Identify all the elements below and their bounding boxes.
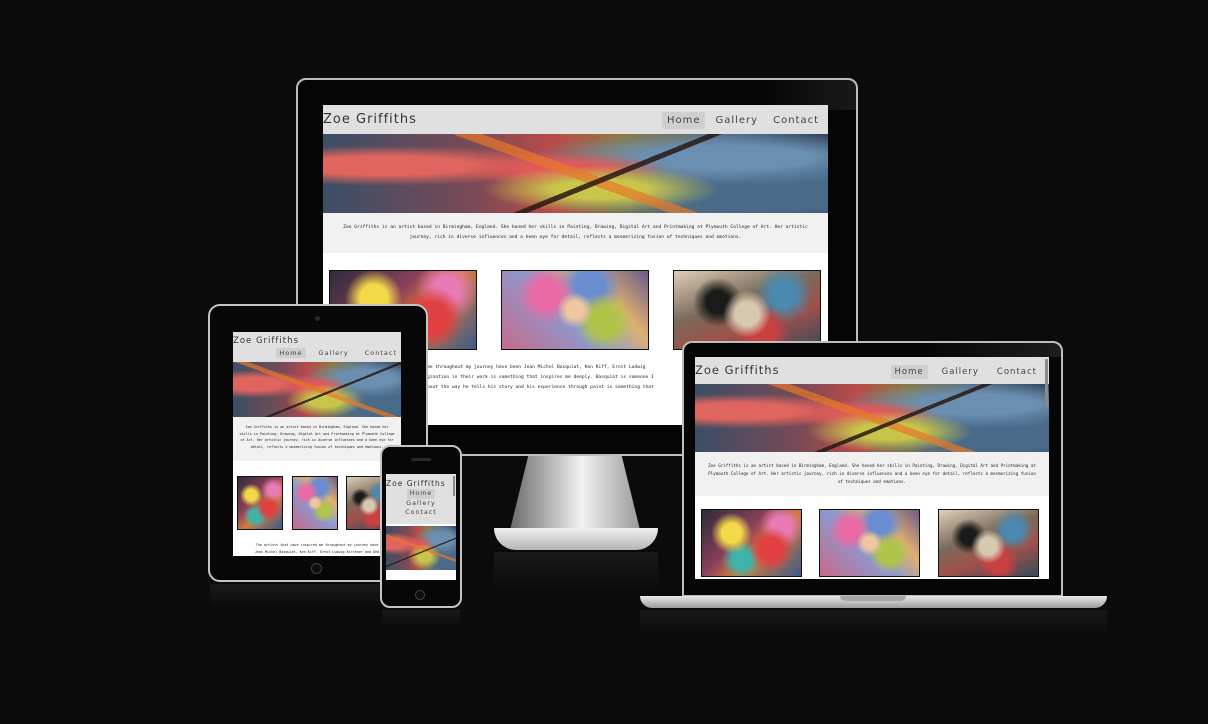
tablet-screen: Zoe Griffiths Home Gallery Contact Zoe G… — [233, 332, 401, 556]
phone-scrollbar[interactable] — [453, 476, 455, 496]
nav-gallery[interactable]: Gallery — [316, 348, 352, 358]
gallery-thumb-2[interactable] — [819, 509, 920, 577]
site-title[interactable]: Zoe Griffiths — [323, 112, 417, 127]
phone-speaker — [411, 458, 431, 461]
nav-contact[interactable]: Contact — [405, 508, 437, 518]
nav-contact[interactable]: Contact — [768, 112, 824, 129]
gallery-thumb-3[interactable] — [938, 509, 1039, 577]
main-nav: Home Gallery Contact — [890, 364, 1049, 379]
site-header: Zoe Griffiths Home Gallery Contact — [323, 105, 828, 134]
intro-text: Zoe Griffiths is an artist based in Birm… — [695, 452, 1049, 496]
nav-gallery[interactable]: Gallery — [710, 112, 763, 129]
site-title[interactable]: Zoe Griffiths — [233, 332, 401, 346]
site-header: Zoe Griffiths Home Gallery Contact — [233, 332, 401, 362]
hero-image — [323, 134, 828, 213]
nav-home[interactable]: Home — [406, 489, 436, 499]
site-header: Zoe Griffiths Home Gallery Contact — [386, 474, 456, 524]
phone-home-button[interactable] — [415, 590, 425, 600]
laptop-gloss — [920, 343, 1061, 357]
main-nav: Home Gallery Contact — [661, 112, 828, 129]
influences-line: The artists that have inspired me throug… — [255, 543, 379, 547]
tablet-home-button[interactable] — [311, 563, 322, 574]
influences-line: Jean Michel Basquiat, Ken Kiff, Ernst Lu… — [254, 549, 380, 554]
intro-text: Zoe Griffiths is an artist based in Birm… — [323, 213, 828, 253]
gallery-thumb-1[interactable] — [237, 476, 283, 530]
nav-gallery[interactable]: Gallery — [406, 499, 435, 509]
monitor-stand — [510, 456, 640, 530]
phone-screen: Zoe Griffiths Home Gallery Contact — [386, 474, 456, 580]
hero-image — [233, 362, 401, 417]
gallery-thumb-3[interactable] — [673, 270, 821, 350]
nav-contact[interactable]: Contact — [362, 348, 400, 358]
main-nav: Home Gallery Contact — [233, 348, 401, 358]
influences-text: The artists that have inspired me throug… — [233, 542, 401, 555]
nav-gallery[interactable]: Gallery — [938, 365, 983, 379]
main-nav: Home Gallery Contact — [386, 489, 456, 518]
gallery-thumb-2[interactable] — [501, 270, 649, 350]
nav-home[interactable]: Home — [890, 364, 928, 379]
monitor-base — [494, 528, 658, 550]
laptop-hinge-notch — [840, 596, 906, 601]
laptop-reflection — [640, 610, 1107, 636]
gallery-thumb-1[interactable] — [701, 509, 802, 577]
nav-home[interactable]: Home — [661, 112, 706, 129]
nav-contact[interactable]: Contact — [993, 365, 1041, 379]
gallery-thumb-2[interactable] — [292, 476, 338, 530]
laptop-screen: Zoe Griffiths Home Gallery Contact Zoe G… — [695, 357, 1049, 579]
intro-text: Zoe Griffiths is an artist based in Birm… — [233, 417, 401, 461]
monitor-reflection — [494, 552, 658, 592]
laptop-scrollbar[interactable] — [1045, 359, 1048, 407]
site-title[interactable]: Zoe Griffiths — [386, 474, 456, 488]
site-title[interactable]: Zoe Griffiths — [695, 363, 780, 377]
nav-home[interactable]: Home — [276, 348, 306, 358]
tablet-camera — [315, 316, 320, 321]
phone-reflection — [382, 610, 460, 626]
hero-image — [695, 384, 1049, 452]
hero-image — [386, 526, 456, 570]
site-header: Zoe Griffiths Home Gallery Contact — [695, 357, 1049, 384]
